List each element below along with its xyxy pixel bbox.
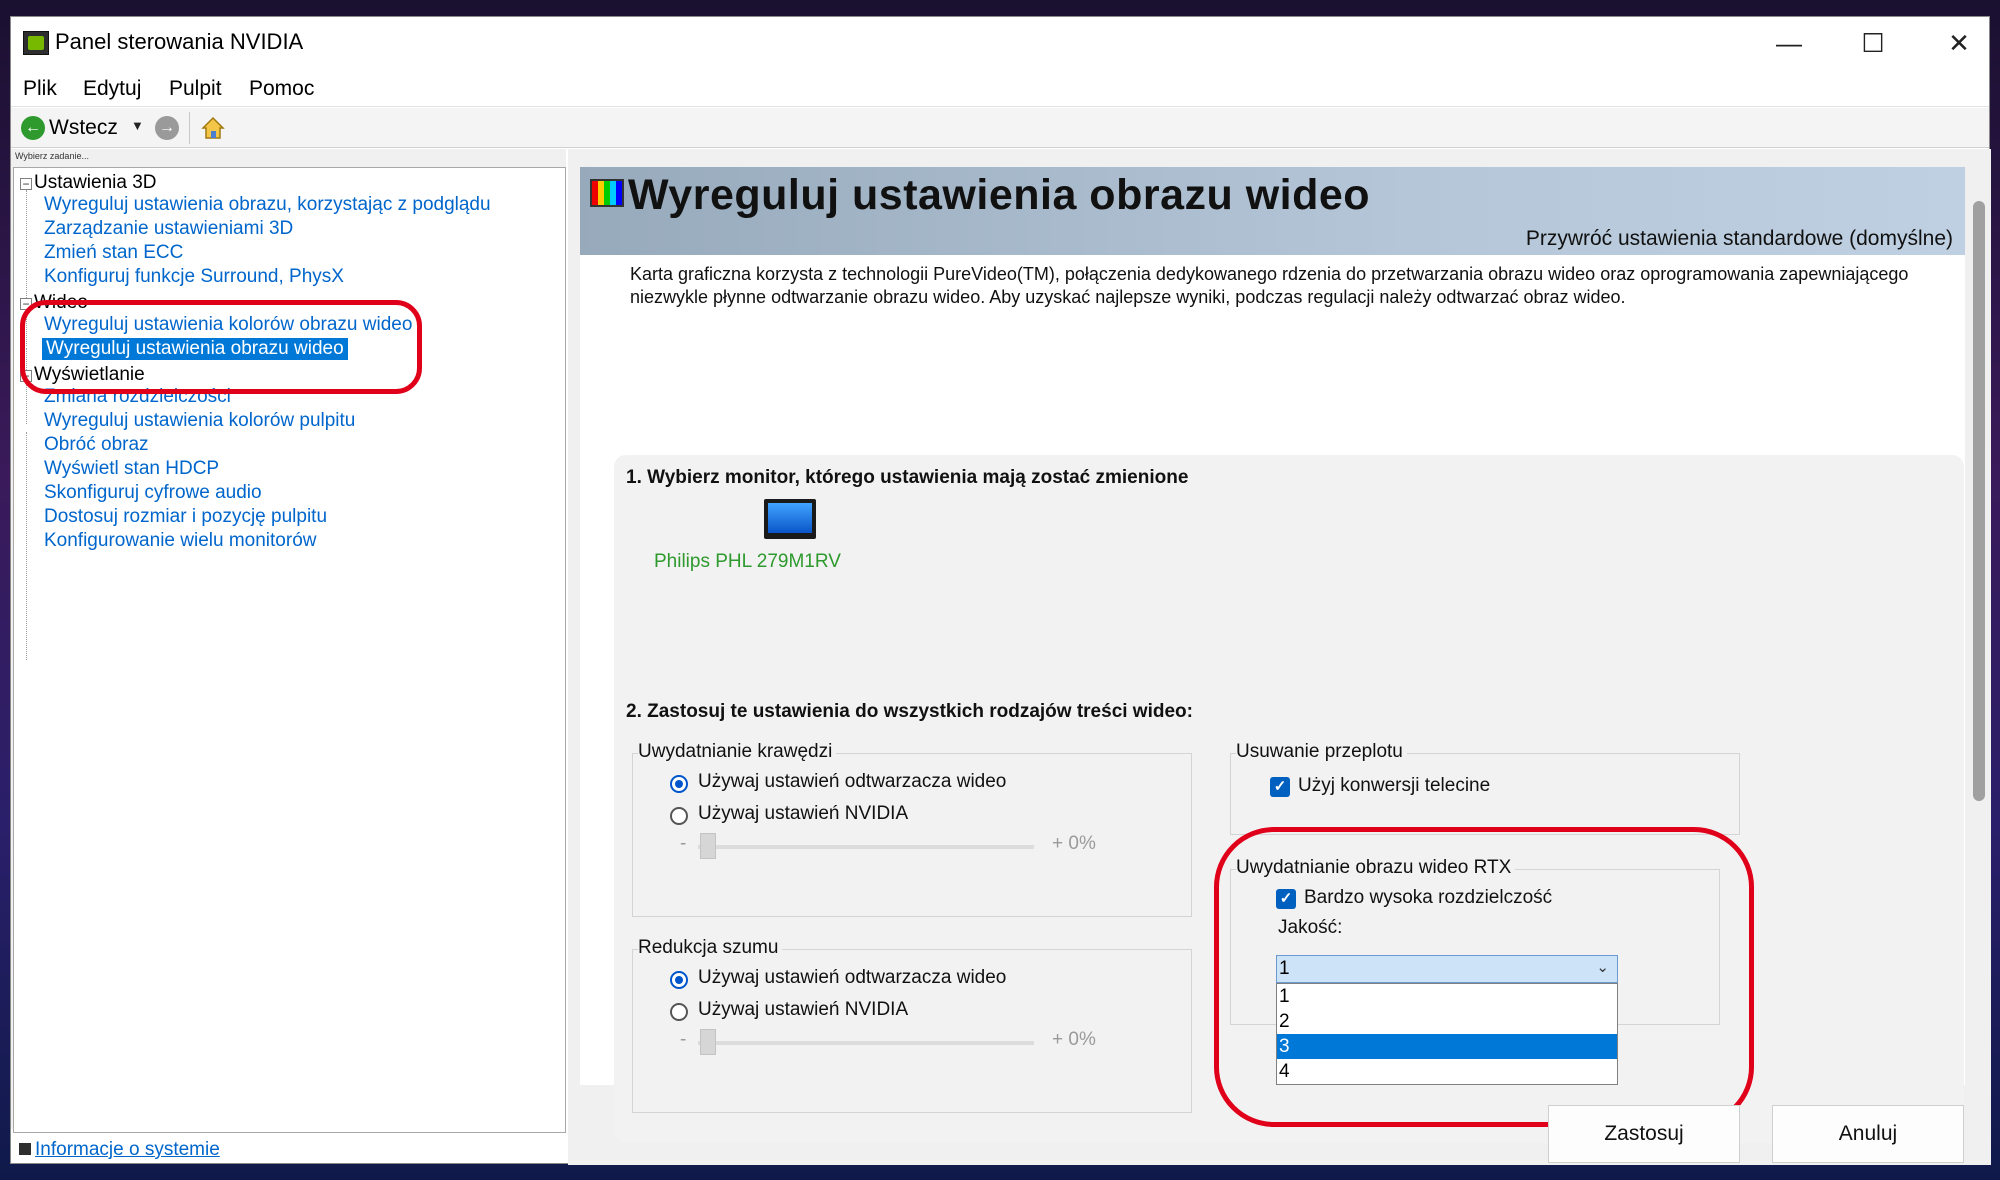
highlight-ring-sidebar (20, 300, 422, 394)
system-info-link[interactable]: Informacje o systemie (35, 1139, 220, 1161)
edge-slider-track[interactable] (698, 845, 1034, 849)
title-bar: Panel sterowania NVIDIA — ☐ ✕ (11, 17, 1989, 69)
step1-title: 1. Wybierz monitor, którego ustawienia m… (626, 467, 1189, 488)
menu-bar: Plik Edytuj Pulpit Pomoc (11, 69, 1989, 107)
telecine-checkbox[interactable]: ✓ (1270, 777, 1290, 797)
noise-radio-nvidia[interactable] (670, 1003, 688, 1021)
noise-option-nvidia[interactable]: Używaj ustawień NVIDIA (698, 999, 908, 1021)
noise-option-player[interactable]: Używaj ustawień odtwarzacza wideo (698, 967, 1006, 989)
apply-button[interactable]: Zastosuj (1548, 1105, 1740, 1163)
sidebar-item-digital-audio[interactable]: Skonfiguruj cyfrowe audio (44, 482, 262, 504)
page-title: Wyreguluj ustawienia obrazu wideo (628, 171, 1371, 219)
sidebar-item-ecc-state[interactable]: Zmień stan ECC (44, 242, 183, 264)
main-scrollbar[interactable] (1969, 171, 1987, 1151)
edge-slider-minus: - (680, 833, 687, 854)
noise-slider-value: + 0% (1052, 1029, 1096, 1050)
sidebar-item-multi-monitor[interactable]: Konfigurowanie wielu monitorów (44, 530, 316, 552)
system-info-icon (19, 1143, 31, 1155)
nvidia-app-icon (23, 31, 49, 55)
noise-slider-minus: - (680, 1029, 687, 1050)
menu-help[interactable]: Pomoc (249, 77, 314, 101)
noise-slider-thumb[interactable] (700, 1029, 716, 1055)
back-arrow-icon: ← (21, 116, 45, 140)
edge-option-nvidia[interactable]: Używaj ustawień NVIDIA (698, 803, 908, 825)
close-button[interactable]: ✕ (1929, 23, 1989, 63)
restore-defaults-link[interactable]: Przywróć ustawienia standardowe (domyśln… (1526, 227, 1953, 251)
page-description: Karta graficzna korzysta z technologii P… (630, 264, 1909, 307)
sidebar-item-hdcp[interactable]: Wyświetl stan HDCP (44, 458, 219, 480)
edge-radio-player[interactable] (670, 775, 688, 793)
content-area: Karta graficzna korzysta z technologii P… (580, 255, 1965, 1143)
main-panel: Wyreguluj ustawienia obrazu wideo Przywr… (568, 149, 1991, 1165)
monitor-tile[interactable]: Philips PHL 279M1RV (654, 491, 854, 581)
maximize-button[interactable]: ☐ (1843, 23, 1903, 63)
sidebar-item-manage-3d[interactable]: Zarządzanie ustawieniami 3D (44, 218, 293, 240)
back-label: Wstecz (49, 116, 118, 139)
collapse-toggle-3d[interactable]: − (20, 178, 32, 190)
category-3d-settings[interactable]: Ustawienia 3D (34, 172, 157, 194)
task-hint: Wybierz zadanie... (15, 151, 89, 161)
noise-radio-player[interactable] (670, 971, 688, 989)
edge-slider-thumb[interactable] (700, 833, 716, 859)
monitor-name: Philips PHL 279M1RV (654, 551, 841, 572)
window-title: Panel sterowania NVIDIA (55, 29, 304, 54)
sidebar-item-adjust-image-preview[interactable]: Wyreguluj ustawienia obrazu, korzystając… (44, 194, 491, 216)
toolbar-divider (189, 112, 190, 144)
edge-enhancement-label: Uwydatnianie krawędzi (638, 741, 837, 763)
step2-title: 2. Zastosuj te ustawienia do wszystkich … (626, 701, 1193, 722)
sidebar-item-surround-physx[interactable]: Konfiguruj funkcje Surround, PhysX (44, 266, 344, 288)
menu-edit[interactable]: Edytuj (83, 77, 141, 101)
edge-option-player[interactable]: Używaj ustawień odtwarzacza wideo (698, 771, 1006, 793)
noise-reduction-label: Redukcja szumu (638, 937, 783, 959)
scrollbar-thumb[interactable] (1973, 201, 1985, 801)
forward-arrow-icon[interactable]: → (155, 116, 179, 140)
monitor-icon (764, 499, 816, 539)
nvidia-control-panel-window: Panel sterowania NVIDIA — ☐ ✕ Plik Edytu… (10, 16, 1991, 1165)
task-panel: Wybierz zadanie... − Ustawienia 3D Wyreg… (11, 149, 566, 1133)
noise-slider-track[interactable] (698, 1041, 1034, 1045)
highlight-ring-rtx (1214, 827, 1754, 1127)
edge-radio-nvidia[interactable] (670, 807, 688, 825)
sidebar-item-desktop-color[interactable]: Wyreguluj ustawienia kolorów pulpitu (44, 410, 355, 432)
cancel-button[interactable]: Anuluj (1772, 1105, 1964, 1163)
home-icon[interactable] (199, 114, 227, 142)
deinterlacing-label: Usuwanie przeplotu (1236, 741, 1407, 763)
task-tree: − Ustawienia 3D Wyreguluj ustawienia obr… (13, 167, 566, 1133)
menu-desktop[interactable]: Pulpit (169, 77, 222, 101)
back-history-dropdown-icon[interactable]: ▼ (131, 118, 144, 133)
page-header: Wyreguluj ustawienia obrazu wideo Przywr… (580, 167, 1965, 255)
video-settings-icon (590, 179, 624, 207)
minimize-button[interactable]: — (1759, 23, 1819, 63)
tree-line (26, 432, 27, 660)
sidebar-item-desktop-size[interactable]: Dostosuj rozmiar i pozycję pulpitu (44, 506, 327, 528)
back-button[interactable]: ← Wstecz (17, 108, 145, 148)
sidebar-item-rotate[interactable]: Obróć obraz (44, 434, 149, 456)
settings-section: 1. Wybierz monitor, którego ustawienia m… (614, 455, 1964, 1143)
toolbar: ← Wstecz ▼ → (11, 108, 1989, 148)
menu-file[interactable]: Plik (23, 77, 57, 101)
telecine-label[interactable]: Użyj konwersji telecine (1298, 775, 1490, 797)
edge-slider-value: + 0% (1052, 833, 1096, 854)
